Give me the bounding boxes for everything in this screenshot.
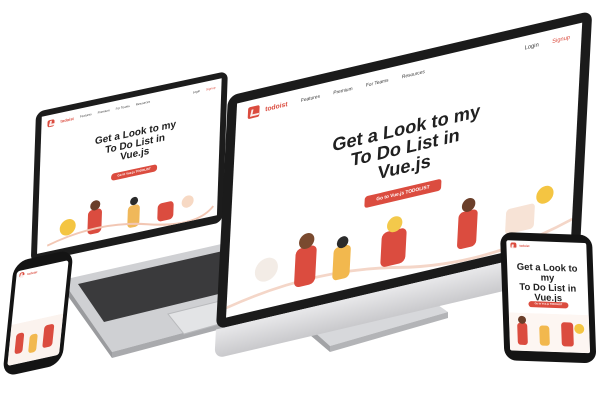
- login-link[interactable]: Login: [524, 42, 538, 51]
- logo-icon: [247, 104, 260, 120]
- brand-name: todoist: [27, 269, 38, 276]
- hero-illustration: [508, 312, 591, 354]
- tablet-screen: todoist Get a Look to my To Do List in V…: [506, 240, 591, 354]
- nav-link-premium[interactable]: Premium: [333, 86, 352, 96]
- hero-title: Get a Look to my To Do List in Vue.js: [516, 261, 578, 305]
- tablet: todoist Get a Look to my To Do List in V…: [500, 232, 597, 364]
- hero-illustration: [7, 313, 64, 367]
- brand-name: todoist: [519, 243, 530, 249]
- nav-link-resources[interactable]: Resources: [402, 69, 425, 80]
- nav-link-teams[interactable]: For Teams: [366, 78, 389, 89]
- logo-icon: [19, 271, 25, 278]
- device-mockup-scene: todoist Features Premium For Teams Resou…: [0, 0, 600, 400]
- brand-name: todoist: [265, 100, 288, 113]
- hero-title: Get a Look to my To Do List in Vue.js: [331, 101, 481, 184]
- nav-link-features[interactable]: Features: [301, 94, 320, 104]
- cta-button[interactable]: Go to Vue.js TODOLIST: [528, 301, 569, 309]
- phone-screen: todoist: [7, 260, 69, 367]
- logo-icon: [510, 242, 517, 249]
- signup-link[interactable]: Signup: [552, 35, 570, 45]
